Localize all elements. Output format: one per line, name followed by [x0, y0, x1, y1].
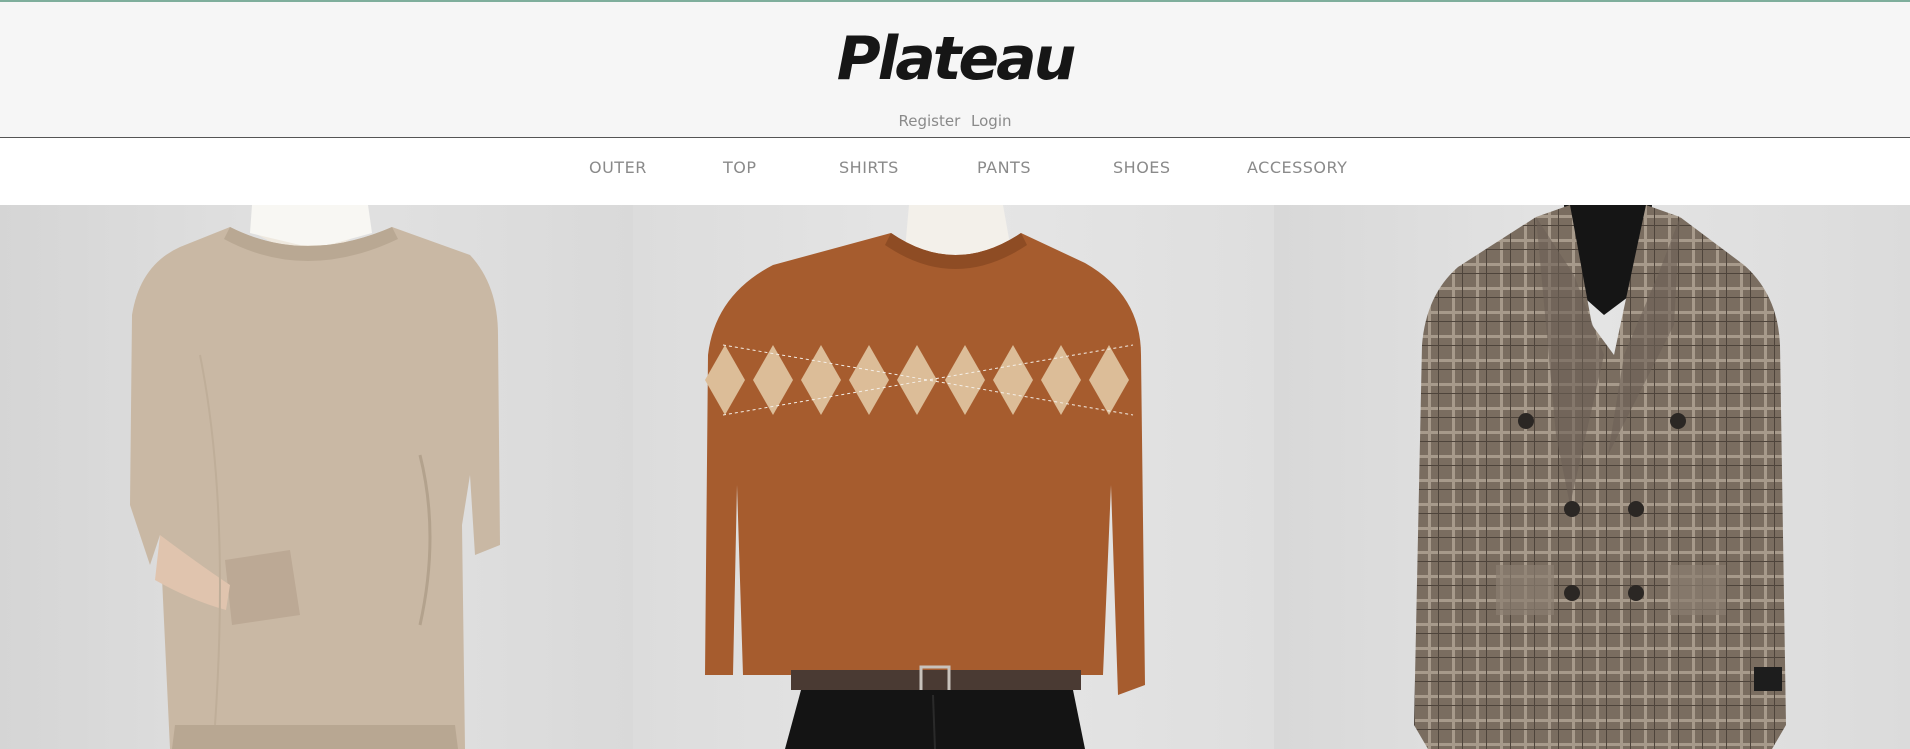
site-header: Plateau Register Login	[0, 0, 1910, 138]
nav-item-accessory[interactable]: ACCESSORY	[1247, 158, 1347, 177]
login-link[interactable]: Login	[971, 112, 1011, 130]
product-image-plaid-blazer[interactable]	[1274, 205, 1910, 749]
nav-item-outer[interactable]: OUTER	[589, 158, 647, 177]
product-image-beige-sweater[interactable]	[0, 205, 633, 749]
nav-item-shoes[interactable]: SHOES	[1113, 158, 1171, 177]
nav-item-top[interactable]: TOP	[723, 158, 757, 177]
brand-logo[interactable]: Plateau	[0, 24, 1910, 94]
product-image-argyle-sweater[interactable]	[633, 205, 1274, 749]
auth-links: Register Login	[0, 112, 1910, 130]
register-link[interactable]: Register	[898, 112, 960, 130]
product-gallery	[0, 205, 1910, 749]
category-nav: OUTER TOP SHIRTS PANTS SHOES ACCESSORY	[0, 138, 1910, 205]
nav-item-shirts[interactable]: SHIRTS	[839, 158, 899, 177]
nav-item-pants[interactable]: PANTS	[977, 158, 1031, 177]
